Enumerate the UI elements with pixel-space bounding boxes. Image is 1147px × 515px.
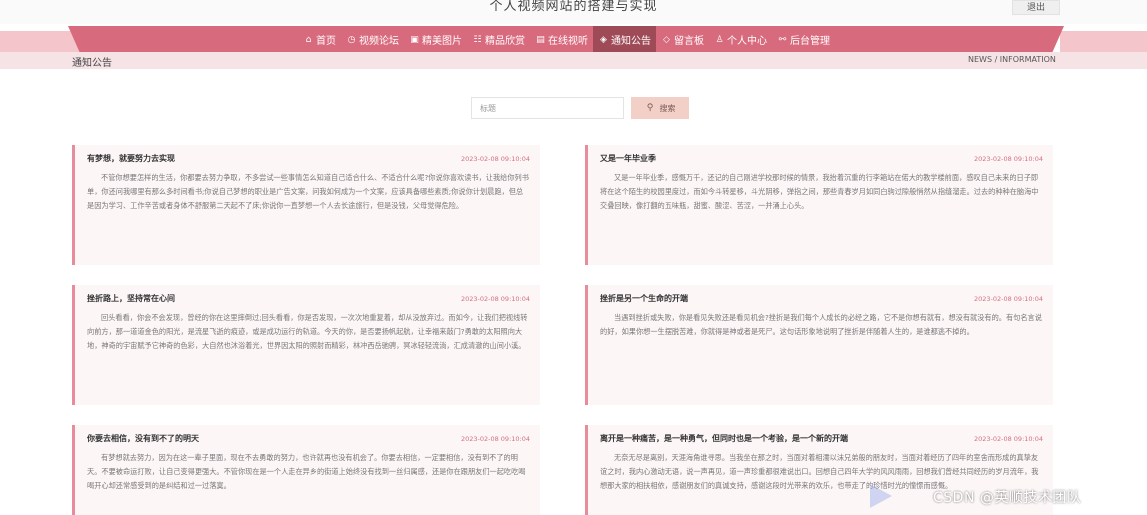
notice-title[interactable]: 你要去相信，没有到不了的明天 bbox=[87, 433, 199, 444]
notice-date: 2023-02-08 09:10:04 bbox=[973, 295, 1043, 303]
notice-title[interactable]: 挫折是另一个生命的开端 bbox=[600, 293, 688, 304]
notice-summary: 当遇到挫折或失败，你是看见失败还是看见机会?挫折是我们每个人成长的必经之路，它不… bbox=[600, 313, 1042, 336]
nav-item-label: 通知公告 bbox=[611, 36, 651, 47]
notice-date: 2023-02-08 09:10:04 bbox=[973, 435, 1043, 443]
watermark-play-icon bbox=[870, 484, 892, 508]
notice-header: 有梦想，就要努力去实现 2023-02-08 09:10:04 bbox=[87, 153, 530, 164]
notice-title[interactable]: 有梦想，就要努力去实现 bbox=[87, 153, 175, 164]
nav-item-3[interactable]: ☷ 精品欣赏 bbox=[467, 26, 530, 53]
notice-card[interactable]: 挫折路上，坚持常在心间 2023-02-08 09:10:04 回头看看，你会不会发… bbox=[72, 285, 540, 405]
nav-item-8[interactable]: ⚯ 后台管理 bbox=[772, 26, 835, 53]
search-input[interactable] bbox=[471, 97, 624, 119]
notice-header: 你要去相信，没有到不了的明天 2023-02-08 09:10:04 bbox=[87, 433, 530, 444]
breadcrumb: 通知公告 NEWS / INFORMATION bbox=[0, 52, 1147, 69]
search-button[interactable]: ⚲ 搜索 bbox=[631, 97, 689, 119]
nav-ribbon-left bbox=[0, 31, 80, 54]
nav-item-label: 留言板 bbox=[674, 36, 704, 47]
nav-item-label: 后台管理 bbox=[790, 36, 830, 47]
nav-item-6[interactable]: ◇ 留言板 bbox=[656, 26, 709, 53]
nav-item-label: 在线视听 bbox=[548, 36, 588, 47]
nav-item-5[interactable]: ◈ 通知公告 bbox=[593, 26, 656, 53]
nav-item-1[interactable]: ◷ 视频论坛 bbox=[341, 26, 404, 53]
image-icon: ▣ bbox=[410, 34, 419, 45]
appreciate-icon: ☷ bbox=[473, 34, 482, 45]
media-icon: ▤ bbox=[536, 34, 545, 45]
logout-button[interactable]: 退出 bbox=[1012, 0, 1060, 15]
notice-card[interactable]: 又是一年毕业季 2023-02-08 09:10:04 又是一年毕业季，感慨万千，还… bbox=[585, 145, 1053, 265]
notice-date: 2023-02-08 09:10:04 bbox=[973, 155, 1043, 163]
notice-header: 离开是一种痛苦，是一种勇气，但同时也是一个考验，是一个新的开端 2023-02-0… bbox=[600, 433, 1043, 444]
nav-item-4[interactable]: ▤ 在线视听 bbox=[530, 26, 593, 53]
notice-title[interactable]: 离开是一种痛苦，是一种勇气，但同时也是一个考验，是一个新的开端 bbox=[600, 433, 848, 444]
notice-date: 2023-02-08 09:10:04 bbox=[460, 155, 530, 163]
notice-card[interactable]: 有梦想，就要努力去实现 2023-02-08 09:10:04 不管你想要怎样的生活… bbox=[72, 145, 540, 265]
nav-item-label: 精美图片 bbox=[422, 36, 462, 47]
nav-items: ⌂ 首页 ◷ 视频论坛 ▣ 精美图片 ☷ 精品欣赏 ▤ 在线视听 ◈ 通知公告 ◇ 留言板 ♙ 个人中心 ⚯ 后台… bbox=[298, 26, 835, 53]
notice-card[interactable]: 挫折是另一个生命的开端 2023-02-08 09:10:04 当遇到挫折或失败，你… bbox=[585, 285, 1053, 405]
nav-item-label: 视频论坛 bbox=[359, 36, 399, 47]
notice-date: 2023-02-08 09:10:04 bbox=[460, 435, 530, 443]
notice-summary: 不管你想要怎样的生活，你都要去努力争取，不多尝试一些事情怎么知道自己适合什么、不… bbox=[87, 173, 529, 210]
user-icon: ♙ bbox=[715, 34, 724, 45]
notice-header: 又是一年毕业季 2023-02-08 09:10:04 bbox=[600, 153, 1043, 164]
forum-icon: ◷ bbox=[347, 34, 356, 45]
notice-icon: ◈ bbox=[600, 34, 607, 45]
search-icon: ⚲ bbox=[646, 103, 654, 113]
site-title: 个人视频网站的搭建与实现 bbox=[489, 0, 658, 14]
notice-date: 2023-02-08 09:10:04 bbox=[460, 295, 530, 303]
breadcrumb-english: NEWS / INFORMATION bbox=[968, 55, 1056, 64]
notice-summary: 有梦想就去努力，因为在这一辈子里面，现在不去勇敢的努力，也许就再也没有机会了。你… bbox=[87, 453, 526, 490]
notice-summary: 回头看看，你会不会发现，曾经的你在这里摔倒过;回头看看，你是否发现，一次次地重复… bbox=[87, 313, 528, 350]
watermark: CSDN @英顺技术团队 bbox=[933, 490, 1082, 506]
breadcrumb-title: 通知公告 bbox=[72, 58, 112, 69]
main-nav: ⌂ 首页 ◷ 视频论坛 ▣ 精美图片 ☷ 精品欣赏 ▤ 在线视听 ◈ 通知公告 ◇ 留言板 ♙ 个人中心 ⚯ 后台… bbox=[0, 24, 1147, 54]
link-icon: ⚯ bbox=[778, 34, 787, 45]
notice-summary: 又是一年毕业季，感慨万千，还记的自己刚进学校那时候的情景，我抬着沉重的行李箱站在… bbox=[600, 173, 1039, 210]
top-bar: 个人视频网站的搭建与实现 退出 bbox=[0, 0, 1147, 24]
nav-ribbon-right bbox=[1060, 31, 1147, 54]
notice-title[interactable]: 挫折路上，坚持常在心间 bbox=[87, 293, 175, 304]
nav-item-label: 个人中心 bbox=[727, 36, 767, 47]
notice-card[interactable]: 你要去相信，没有到不了的明天 2023-02-08 09:10:04 有梦想就去努力… bbox=[72, 425, 540, 515]
nav-item-0[interactable]: ⌂ 首页 bbox=[298, 26, 341, 53]
nav-item-7[interactable]: ♙ 个人中心 bbox=[709, 26, 772, 53]
search-button-label: 搜索 bbox=[659, 103, 676, 113]
nav-item-2[interactable]: ▣ 精美图片 bbox=[404, 26, 467, 53]
message-icon: ◇ bbox=[663, 34, 670, 45]
notice-title[interactable]: 又是一年毕业季 bbox=[600, 153, 656, 164]
home-icon: ⌂ bbox=[305, 34, 312, 45]
notice-header: 挫折路上，坚持常在心间 2023-02-08 09:10:04 bbox=[87, 293, 530, 304]
notice-header: 挫折是另一个生命的开端 2023-02-08 09:10:04 bbox=[600, 293, 1043, 304]
nav-item-label: 首页 bbox=[316, 36, 336, 47]
nav-item-label: 精品欣赏 bbox=[485, 36, 525, 47]
